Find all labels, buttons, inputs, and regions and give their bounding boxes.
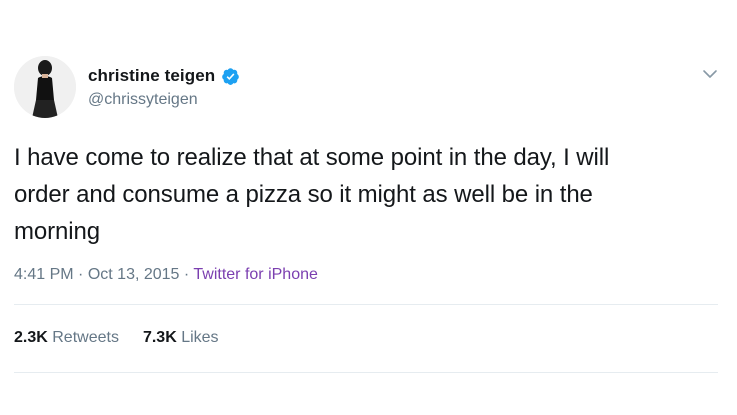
likes-label: Likes xyxy=(181,329,219,346)
likes-count: 7.3K xyxy=(142,329,182,346)
tweet-text-line: order and consume a pizza so it might as… xyxy=(14,181,593,208)
tweet-time[interactable]: 4:41 PM xyxy=(14,266,74,283)
tweet-text-line: I have come to realize that at some poin… xyxy=(14,144,610,171)
retweets-stat[interactable]: 2.3K Retweets xyxy=(14,329,119,347)
tweet-text-line: morning xyxy=(14,218,101,245)
meta-separator: · xyxy=(183,266,194,283)
divider xyxy=(14,372,718,373)
retweets-label: Retweets xyxy=(52,329,119,346)
tweet-card: christine teigen @chrissyteigen I have c… xyxy=(0,0,737,415)
chevron-down-icon[interactable] xyxy=(700,64,720,84)
retweets-count: 2.3K xyxy=(14,329,53,346)
divider xyxy=(14,304,718,305)
author-name-row: christine teigen xyxy=(88,64,240,88)
tweet-stats: 2.3K Retweets 7.3K Likes xyxy=(14,329,219,347)
tweet-date[interactable]: Oct 13, 2015 xyxy=(88,266,180,283)
avatar[interactable] xyxy=(14,56,76,118)
author-name[interactable]: christine teigen xyxy=(88,66,215,86)
meta-separator: · xyxy=(78,266,88,283)
tweet-source-link[interactable]: Twitter for iPhone xyxy=(193,266,318,283)
tweet-text: I have come to realize that at some poin… xyxy=(14,139,714,250)
verified-badge-icon xyxy=(221,67,240,86)
likes-stat[interactable]: 7.3K Likes xyxy=(143,329,219,347)
tweet-meta: 4:41 PM · Oct 13, 2015 · Twitter for iPh… xyxy=(14,266,318,284)
author-handle[interactable]: @chrissyteigen xyxy=(88,91,198,109)
